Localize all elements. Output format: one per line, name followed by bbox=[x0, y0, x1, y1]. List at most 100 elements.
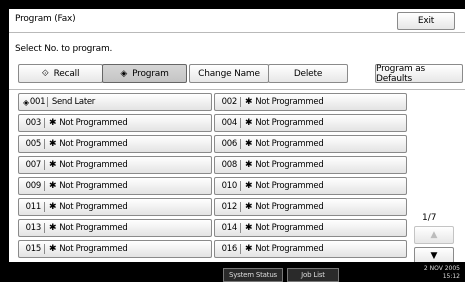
clock: 2 NOV 2005 15:12 bbox=[422, 265, 460, 281]
not-programmed-asterisk-icon: ✱ bbox=[245, 223, 253, 233]
program-label: Program bbox=[132, 68, 169, 79]
program-entry-002[interactable]: 002 ✱ Not Programmed bbox=[214, 93, 407, 111]
program-number: 012 bbox=[221, 202, 238, 212]
program-number: 011 bbox=[25, 202, 42, 212]
not-programmed-asterisk-icon: ✱ bbox=[245, 181, 253, 191]
program-name: Not Programmed bbox=[59, 181, 128, 191]
program-name: Not Programmed bbox=[255, 139, 324, 149]
page-title: Program (Fax) bbox=[15, 14, 76, 24]
program-entry-015[interactable]: 015 ✱ Not Programmed bbox=[18, 240, 212, 258]
mode-toggle: ⟐ Recall ◈ Program bbox=[18, 64, 187, 83]
program-number: 002 bbox=[221, 97, 238, 107]
system-status-button[interactable]: System Status bbox=[223, 268, 283, 282]
clock-date: 2 NOV 2005 bbox=[423, 265, 460, 272]
number-divider bbox=[44, 223, 45, 233]
number-divider bbox=[44, 202, 45, 212]
program-number: 013 bbox=[25, 223, 42, 233]
not-programmed-asterisk-icon: ✱ bbox=[245, 97, 253, 107]
program-list: ◈ 001 Send Later 002 ✱ Not Programmed 003 ✱ Not … bbox=[9, 91, 465, 265]
program-name: Not Programmed bbox=[255, 223, 324, 233]
program-entry-008[interactable]: 008 ✱ Not Programmed bbox=[214, 156, 407, 174]
program-number: 010 bbox=[221, 181, 238, 191]
recall-diamond-icon: ⟐ bbox=[41, 68, 49, 79]
not-programmed-asterisk-icon: ✱ bbox=[245, 202, 253, 212]
toolbar: Select No. to program. ⟐ Recall ◈ Progra… bbox=[9, 34, 465, 90]
program-number: 008 bbox=[221, 160, 238, 170]
not-programmed-asterisk-icon: ✱ bbox=[49, 223, 57, 233]
delete-button[interactable]: Delete bbox=[268, 64, 348, 83]
program-entry-004[interactable]: 004 ✱ Not Programmed bbox=[214, 114, 407, 132]
not-programmed-asterisk-icon: ✱ bbox=[49, 202, 57, 212]
program-name: Not Programmed bbox=[59, 202, 128, 212]
program-number: 005 bbox=[25, 139, 42, 149]
not-programmed-asterisk-icon: ✱ bbox=[49, 118, 57, 128]
not-programmed-asterisk-icon: ✱ bbox=[49, 244, 57, 254]
instruction-text: Select No. to program. bbox=[15, 44, 113, 54]
status-bar: System Status Job List 2 NOV 2005 15:12 bbox=[0, 262, 465, 282]
program-name: Not Programmed bbox=[255, 244, 324, 254]
number-divider bbox=[240, 244, 241, 254]
page-up-button[interactable]: ▲ bbox=[414, 226, 454, 244]
recall-mode-button[interactable]: ⟐ Recall bbox=[18, 64, 103, 83]
not-programmed-asterisk-icon: ✱ bbox=[245, 160, 253, 170]
program-number: 001 bbox=[29, 97, 46, 107]
programmed-diamond-icon: ◈ bbox=[23, 97, 29, 107]
program-entry-013[interactable]: 013 ✱ Not Programmed bbox=[18, 219, 212, 237]
program-entry-011[interactable]: 011 ✱ Not Programmed bbox=[18, 198, 212, 216]
program-name: Not Programmed bbox=[59, 223, 128, 233]
program-entry-009[interactable]: 009 ✱ Not Programmed bbox=[18, 177, 212, 195]
program-name: Not Programmed bbox=[255, 181, 324, 191]
program-entry-001[interactable]: ◈ 001 Send Later bbox=[18, 93, 212, 111]
program-number: 007 bbox=[25, 160, 42, 170]
number-divider bbox=[44, 244, 45, 254]
program-entry-010[interactable]: 010 ✱ Not Programmed bbox=[214, 177, 407, 195]
not-programmed-asterisk-icon: ✱ bbox=[49, 181, 57, 191]
page-indicator: 1/7 bbox=[422, 213, 437, 223]
program-number: 003 bbox=[25, 118, 42, 128]
number-divider bbox=[44, 181, 45, 191]
program-diamond-icon: ◈ bbox=[120, 68, 128, 79]
change-name-button[interactable]: Change Name bbox=[189, 64, 269, 83]
program-name: Not Programmed bbox=[255, 118, 324, 128]
title-bar: Program (Fax) Exit bbox=[9, 9, 465, 33]
recall-label: Recall bbox=[53, 68, 80, 79]
fax-program-screen: Program (Fax) Exit Select No. to program… bbox=[0, 0, 465, 282]
job-list-button[interactable]: Job List bbox=[287, 268, 339, 282]
program-as-defaults-button[interactable]: Program as Defaults bbox=[375, 64, 463, 84]
program-name: Not Programmed bbox=[255, 202, 324, 212]
program-entry-005[interactable]: 005 ✱ Not Programmed bbox=[18, 135, 212, 153]
program-entry-014[interactable]: 014 ✱ Not Programmed bbox=[214, 219, 407, 237]
program-number: 016 bbox=[221, 244, 238, 254]
not-programmed-asterisk-icon: ✱ bbox=[49, 160, 57, 170]
number-divider bbox=[240, 223, 241, 233]
program-entry-007[interactable]: 007 ✱ Not Programmed bbox=[18, 156, 212, 174]
program-number: 015 bbox=[25, 244, 42, 254]
program-name: Not Programmed bbox=[255, 160, 324, 170]
program-name: Not Programmed bbox=[59, 244, 128, 254]
program-entry-016[interactable]: 016 ✱ Not Programmed bbox=[214, 240, 407, 258]
number-divider bbox=[44, 160, 45, 170]
program-name: Send Later bbox=[51, 97, 95, 107]
program-entry-012[interactable]: 012 ✱ Not Programmed bbox=[214, 198, 407, 216]
not-programmed-asterisk-icon: ✱ bbox=[245, 118, 253, 128]
number-divider bbox=[44, 139, 45, 149]
program-number: 009 bbox=[25, 181, 42, 191]
not-programmed-asterisk-icon: ✱ bbox=[49, 139, 57, 149]
exit-button[interactable]: Exit bbox=[397, 12, 455, 30]
number-divider bbox=[44, 118, 45, 128]
program-name: Not Programmed bbox=[59, 139, 128, 149]
clock-time: 15:12 bbox=[442, 273, 460, 280]
program-entry-003[interactable]: 003 ✱ Not Programmed bbox=[18, 114, 212, 132]
triangle-down-icon: ▼ bbox=[430, 251, 438, 261]
not-programmed-asterisk-icon: ✱ bbox=[245, 139, 253, 149]
program-number: 004 bbox=[221, 118, 238, 128]
number-divider bbox=[240, 202, 241, 212]
program-mode-button[interactable]: ◈ Program bbox=[102, 64, 187, 83]
number-divider bbox=[240, 181, 241, 191]
program-number: 006 bbox=[221, 139, 238, 149]
triangle-up-icon: ▲ bbox=[430, 230, 438, 240]
program-name: Not Programmed bbox=[59, 160, 128, 170]
program-entry-006[interactable]: 006 ✱ Not Programmed bbox=[214, 135, 407, 153]
program-name: Not Programmed bbox=[59, 118, 128, 128]
not-programmed-asterisk-icon: ✱ bbox=[245, 244, 253, 254]
